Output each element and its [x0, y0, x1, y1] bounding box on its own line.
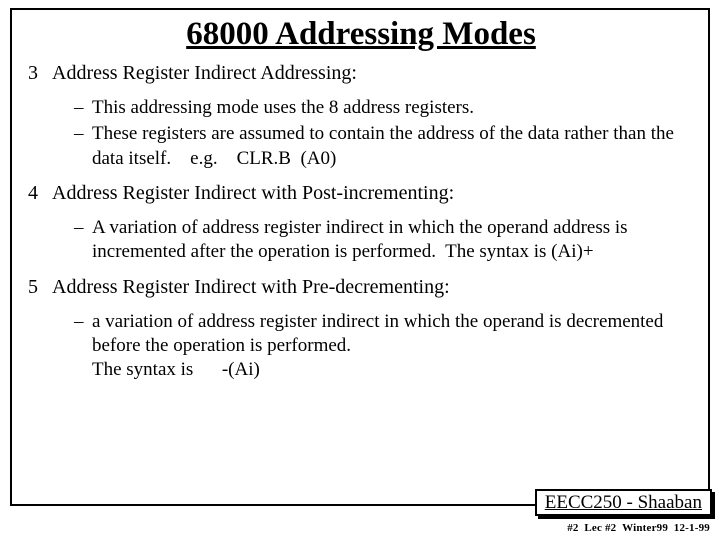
slide-title: 68000 Addressing Modes [26, 16, 696, 53]
item-number: 4 [26, 181, 52, 206]
dash-icon: – [74, 122, 92, 171]
sub-item: – These registers are assumed to contain… [74, 122, 696, 171]
sub-item: – a variation of address register indire… [74, 310, 696, 383]
sublist: – a variation of address register indire… [74, 310, 696, 383]
item-head: 4 Address Register Indirect with Post-in… [26, 181, 696, 206]
item-head: 5 Address Register Indirect with Pre-dec… [26, 275, 696, 300]
footer-course-box: EECC250 - Shaaban [535, 489, 712, 516]
dash-icon: – [74, 310, 92, 383]
footer-course-text: EECC250 - Shaaban [545, 492, 702, 513]
list-item-4: 4 Address Register Indirect with Post-in… [26, 181, 696, 265]
sub-text: These registers are assumed to contain t… [92, 122, 696, 171]
slide-frame: 68000 Addressing Modes 3 Address Registe… [10, 8, 710, 506]
sub-text: A variation of address register indirect… [92, 216, 696, 265]
sublist: – This addressing mode uses the 8 addres… [74, 96, 696, 171]
item-head: 3 Address Register Indirect Addressing: [26, 61, 696, 86]
sub-item: – This addressing mode uses the 8 addres… [74, 96, 696, 120]
item-label: Address Register Indirect with Pre-decre… [52, 275, 696, 300]
item-label: Address Register Indirect Addressing: [52, 61, 696, 86]
sub-text: This addressing mode uses the 8 address … [92, 96, 696, 120]
sub-item: – A variation of address register indire… [74, 216, 696, 265]
item-number: 3 [26, 61, 52, 86]
item-number: 5 [26, 275, 52, 300]
item-label: Address Register Indirect with Post-incr… [52, 181, 696, 206]
list-item-3: 3 Address Register Indirect Addressing: … [26, 61, 696, 171]
sub-text: a variation of address register indirect… [92, 310, 696, 383]
list-item-5: 5 Address Register Indirect with Pre-dec… [26, 275, 696, 383]
sublist: – A variation of address register indire… [74, 216, 696, 265]
footer-meta: #2 Lec #2 Winter99 12-1-99 [567, 522, 710, 534]
dash-icon: – [74, 96, 92, 120]
dash-icon: – [74, 216, 92, 265]
